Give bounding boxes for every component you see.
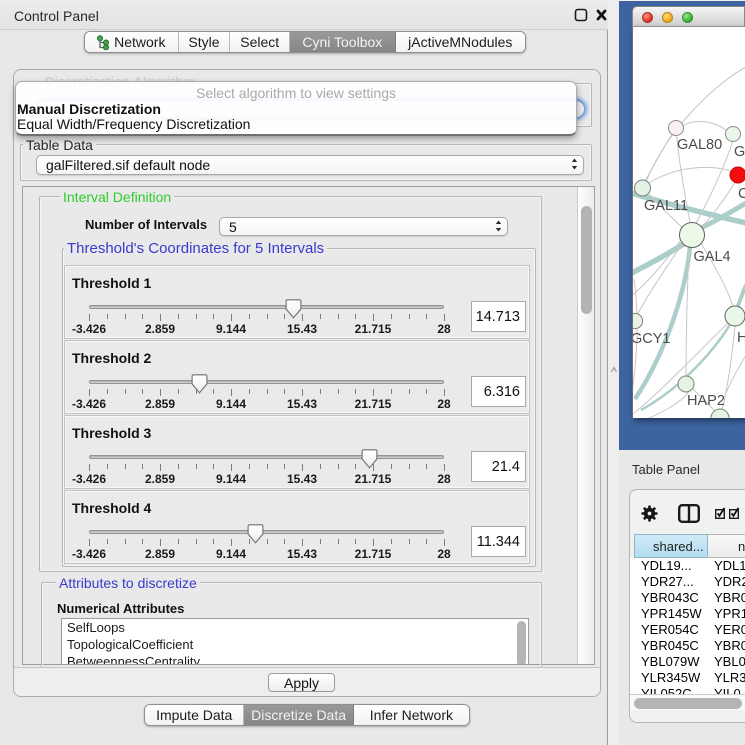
svg-text:GCY1: GCY1 xyxy=(633,331,671,347)
svg-text:H: H xyxy=(737,330,745,346)
svg-text:HAP2: HAP2 xyxy=(687,393,725,409)
svg-text:GA: GA xyxy=(734,144,745,160)
svg-text:GAL11: GAL11 xyxy=(644,198,688,214)
svg-text:C: C xyxy=(738,186,745,202)
svg-text:GAL4: GAL4 xyxy=(694,249,731,265)
svg-text:GAL80: GAL80 xyxy=(677,137,722,153)
